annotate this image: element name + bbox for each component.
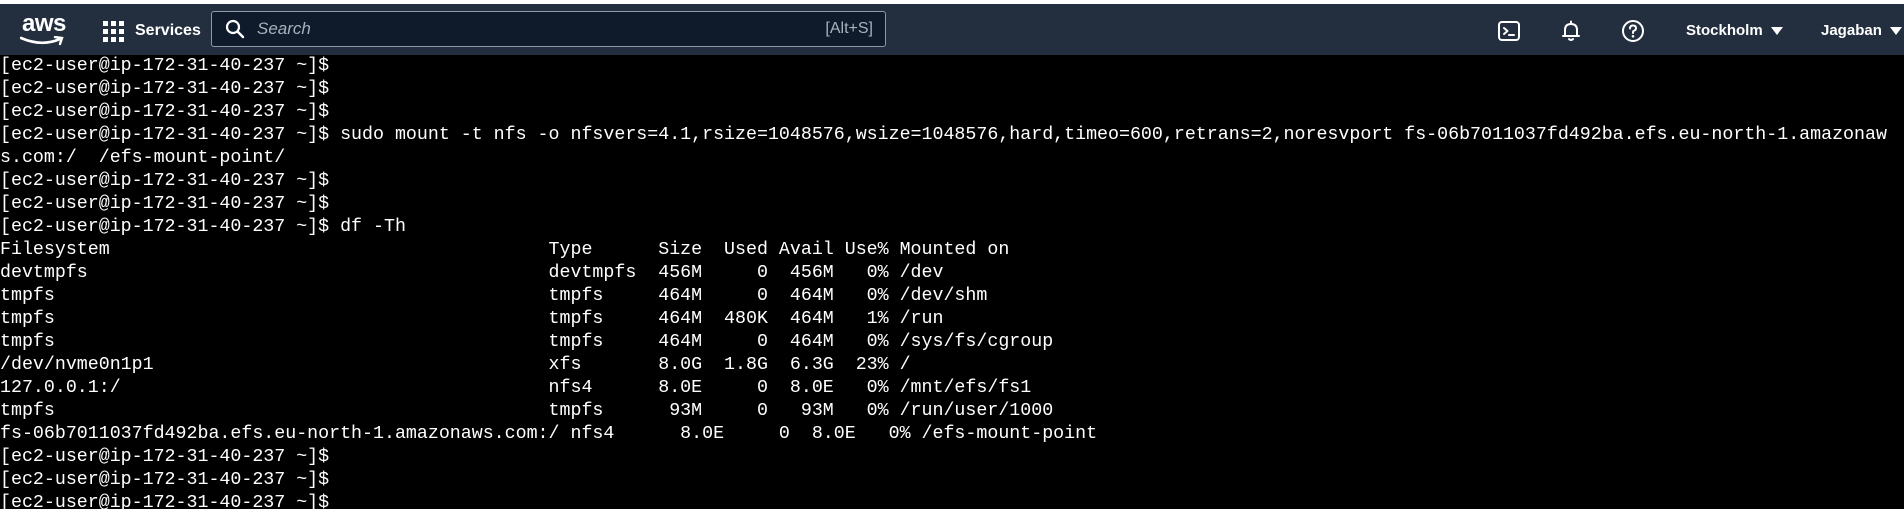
terminal-line: [ec2-user@ip-172-31-40-237 ~]$ (0, 493, 330, 509)
df-row-line: tmpfs tmpfs 464M 0 464M 0% /dev/shm (0, 286, 988, 306)
bell-icon[interactable] (1559, 19, 1583, 43)
terminal-line: [ec2-user@ip-172-31-40-237 ~]$ (0, 171, 330, 191)
services-label: Services (135, 22, 201, 39)
aws-logo[interactable]: aws (18, 10, 70, 50)
region-label: Stockholm (1686, 22, 1763, 39)
grid-icon (103, 20, 124, 42)
terminal-line: [ec2-user@ip-172-31-40-237 ~]$ (0, 102, 330, 122)
df-row-line: tmpfs tmpfs 464M 480K 464M 1% /run (0, 309, 944, 329)
terminal-line: [ec2-user@ip-172-31-40-237 ~]$ (0, 56, 330, 76)
df-row-line: tmpfs tmpfs 464M 0 464M 0% /sys/fs/cgrou… (0, 332, 1054, 352)
terminal-line: [ec2-user@ip-172-31-40-237 ~]$ (0, 447, 330, 467)
terminal-line: [ec2-user@ip-172-31-40-237 ~]$ sudo moun… (0, 125, 1887, 145)
terminal-output[interactable]: [ec2-user@ip-172-31-40-237 ~]$ [ec2-user… (0, 55, 1904, 509)
aws-smile-icon (20, 36, 64, 46)
region-selector[interactable]: Stockholm (1686, 22, 1783, 39)
terminal-line: s.com:/ /efs-mount-point/ (0, 148, 286, 168)
search-input[interactable] (255, 18, 826, 40)
account-name: Jagaban (1821, 22, 1882, 39)
df-header-line: Filesystem Type Size Used Avail Use% Mou… (0, 240, 1010, 260)
aws-console-header: aws Services [Alt+S] (0, 0, 1904, 55)
aws-logo-text: aws (22, 10, 66, 37)
search-icon (225, 19, 245, 39)
caret-down-icon (1770, 26, 1783, 35)
df-row-line: devtmpfs devtmpfs 456M 0 456M 0% /dev (0, 263, 944, 283)
terminal-line: [ec2-user@ip-172-31-40-237 ~]$ df -Th (0, 217, 406, 237)
terminal-line: [ec2-user@ip-172-31-40-237 ~]$ (0, 194, 330, 214)
terminal-line: [ec2-user@ip-172-31-40-237 ~]$ (0, 79, 330, 99)
df-row-line: tmpfs tmpfs 93M 0 93M 0% /run/user/1000 (0, 401, 1054, 421)
account-menu[interactable]: Jagaban (1821, 22, 1902, 39)
terminal-line: [ec2-user@ip-172-31-40-237 ~]$ (0, 470, 330, 490)
df-row-line: 127.0.0.1:/ nfs4 8.0E 0 8.0E 0% /mnt/efs… (0, 378, 1032, 398)
df-row-line: /dev/nvme0n1p1 xfs 8.0G 1.8G 6.3G 23% / (0, 355, 911, 375)
df-row-line: fs-06b7011037fd492ba.efs.eu-north-1.amaz… (0, 424, 1098, 444)
cloudshell-icon[interactable] (1497, 19, 1521, 43)
caret-down-icon (1889, 26, 1902, 35)
search-bar[interactable]: [Alt+S] (211, 11, 886, 47)
services-menu-button[interactable]: Services (103, 17, 201, 45)
help-icon[interactable] (1621, 19, 1645, 43)
search-shortcut-hint: [Alt+S] (825, 20, 873, 37)
